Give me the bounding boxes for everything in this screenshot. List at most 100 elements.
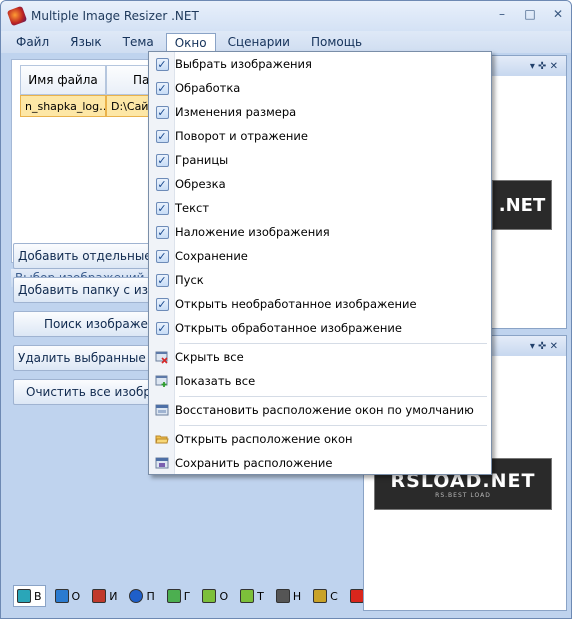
maximize-button[interactable]: □: [523, 7, 537, 21]
column-filename[interactable]: Имя файла: [20, 65, 106, 95]
menu-item-label: Поворот и отражение: [175, 129, 308, 143]
text-icon: [240, 589, 255, 603]
tab-label: В: [34, 589, 42, 603]
check-icon: ✓: [155, 105, 169, 119]
show-all-icon: [155, 374, 169, 388]
tab-label: Н: [292, 589, 302, 603]
window-title: Multiple Image Resizer .NET: [31, 9, 199, 23]
menu-item-open-layout[interactable]: Открыть расположение окон: [149, 428, 491, 450]
check-icon: ✓: [155, 177, 169, 191]
menu-item-label: Открыть необработанное изображение: [175, 297, 417, 311]
tab-label: Т: [257, 589, 264, 603]
menu-item-label: Обработка: [175, 81, 241, 95]
save-layout-icon: [155, 456, 169, 470]
check-icon: ✓: [155, 249, 169, 263]
menu-item-select-images[interactable]: ✓ Выбрать изображения: [149, 53, 491, 75]
check-icon: ✓: [155, 273, 169, 287]
resize-icon: [92, 589, 107, 603]
tab-rotate[interactable]: П: [126, 585, 157, 607]
check-icon: ✓: [155, 129, 169, 143]
grid-header: Имя файла Папка: [20, 65, 172, 95]
preview-image: .NET: [492, 180, 552, 230]
window-menu-dropdown: ✓ Выбрать изображения ✓ Обработка ✓ Изме…: [148, 51, 492, 475]
tab-label: И: [109, 589, 118, 603]
tab-save[interactable]: С: [310, 585, 341, 607]
rotate-icon: [129, 589, 144, 603]
tab-crop[interactable]: О: [199, 585, 231, 607]
tab-label: О: [71, 589, 81, 603]
tab-select-images[interactable]: В: [13, 585, 46, 607]
menu-item-label: Сохранить расположение: [175, 456, 333, 470]
menu-item-open-unprocessed[interactable]: ✓ Открыть необработанное изображение: [149, 293, 491, 315]
menu-language[interactable]: Язык: [61, 32, 110, 52]
folder-open-icon: [155, 432, 169, 446]
tab-overlay[interactable]: Н: [273, 585, 304, 607]
title-bar: Multiple Image Resizer .NET – □ ✕: [1, 1, 571, 31]
cell-filename: n_shapka_log…: [20, 95, 106, 117]
table-row[interactable]: n_shapka_log… D:\Сайт\: [20, 95, 166, 117]
menu-item-overlay[interactable]: ✓ Наложение изображения: [149, 221, 491, 243]
menu-item-processing[interactable]: ✓ Обработка: [149, 77, 491, 99]
menu-item-label: Показать все: [175, 374, 256, 388]
panel-pin-icon[interactable]: ▾ ✜ ✕: [530, 61, 558, 72]
menu-separator: [179, 396, 487, 397]
menu-scenarios[interactable]: Сценарии: [219, 32, 299, 52]
tab-borders[interactable]: Г: [164, 585, 194, 607]
menu-item-label: Пуск: [175, 273, 204, 287]
menu-separator: [179, 425, 487, 426]
menu-separator: [179, 343, 487, 344]
menu-item-label: Сохранение: [175, 249, 248, 263]
menu-bar: Файл Язык Тема Окно Сценарии Помощь: [1, 31, 571, 53]
check-icon: ✓: [155, 321, 169, 335]
menu-item-label: Восстановить расположение окон по умолча…: [175, 403, 474, 417]
menu-item-run[interactable]: ✓ Пуск: [149, 269, 491, 291]
overlay-icon: [275, 589, 290, 603]
tab-label: С: [330, 589, 338, 603]
menu-file[interactable]: Файл: [7, 32, 58, 52]
menu-item-crop[interactable]: ✓ Обрезка: [149, 173, 491, 195]
menu-item-label: Наложение изображения: [175, 225, 330, 239]
menu-item-borders[interactable]: ✓ Границы: [149, 149, 491, 171]
menu-item-rotate[interactable]: ✓ Поворот и отражение: [149, 125, 491, 147]
check-icon: ✓: [155, 297, 169, 311]
tab-label: Г: [183, 589, 191, 603]
check-icon: ✓: [155, 225, 169, 239]
menu-item-label: Обрезка: [175, 177, 226, 191]
close-button[interactable]: ✕: [551, 7, 565, 21]
menu-item-open-processed[interactable]: ✓ Открыть обработанное изображение: [149, 317, 491, 339]
borders-icon: [166, 589, 181, 603]
check-icon: ✓: [155, 81, 169, 95]
tab-processing[interactable]: О: [52, 585, 84, 607]
tab-text[interactable]: Т: [237, 585, 267, 607]
minimize-button[interactable]: –: [495, 7, 509, 21]
menu-item-label: Текст: [175, 201, 210, 215]
play-icon: [349, 589, 364, 603]
panel-pin-icon[interactable]: ▾ ✜ ✕: [530, 341, 558, 352]
menu-item-save[interactable]: ✓ Сохранение: [149, 245, 491, 267]
menu-item-label: Выбрать изображения: [175, 57, 312, 71]
hide-all-icon: [155, 350, 169, 364]
menu-item-save-layout[interactable]: Сохранить расположение: [149, 452, 491, 474]
menu-item-label: Скрыть все: [175, 350, 244, 364]
preview-logo-text: .NET: [498, 194, 546, 216]
menu-item-resize[interactable]: ✓ Изменения размера: [149, 101, 491, 123]
app-logo-icon: [6, 5, 28, 27]
menu-item-label: Открыть расположение окон: [175, 432, 353, 446]
menu-item-hide-all[interactable]: Скрыть все: [149, 346, 491, 368]
check-icon: ✓: [155, 153, 169, 167]
menu-item-restore-default-layout[interactable]: Восстановить расположение окон по умолча…: [149, 399, 491, 421]
tab-resize[interactable]: И: [89, 585, 120, 607]
menu-help[interactable]: Помощь: [302, 32, 371, 52]
preview-logo-subtext: RS.BEST LOAD: [435, 491, 491, 499]
check-icon: ✓: [155, 57, 169, 71]
processing-icon: [54, 589, 69, 603]
menu-item-label: Границы: [175, 153, 229, 167]
menu-theme[interactable]: Тема: [114, 32, 163, 52]
tab-label: О: [219, 589, 229, 603]
menu-item-text[interactable]: ✓ Текст: [149, 197, 491, 219]
save-icon: [313, 589, 328, 603]
menu-item-show-all[interactable]: Показать все: [149, 370, 491, 392]
check-icon: ✓: [155, 201, 169, 215]
restore-layout-icon: [155, 403, 169, 417]
menu-window[interactable]: Окно: [165, 32, 216, 52]
